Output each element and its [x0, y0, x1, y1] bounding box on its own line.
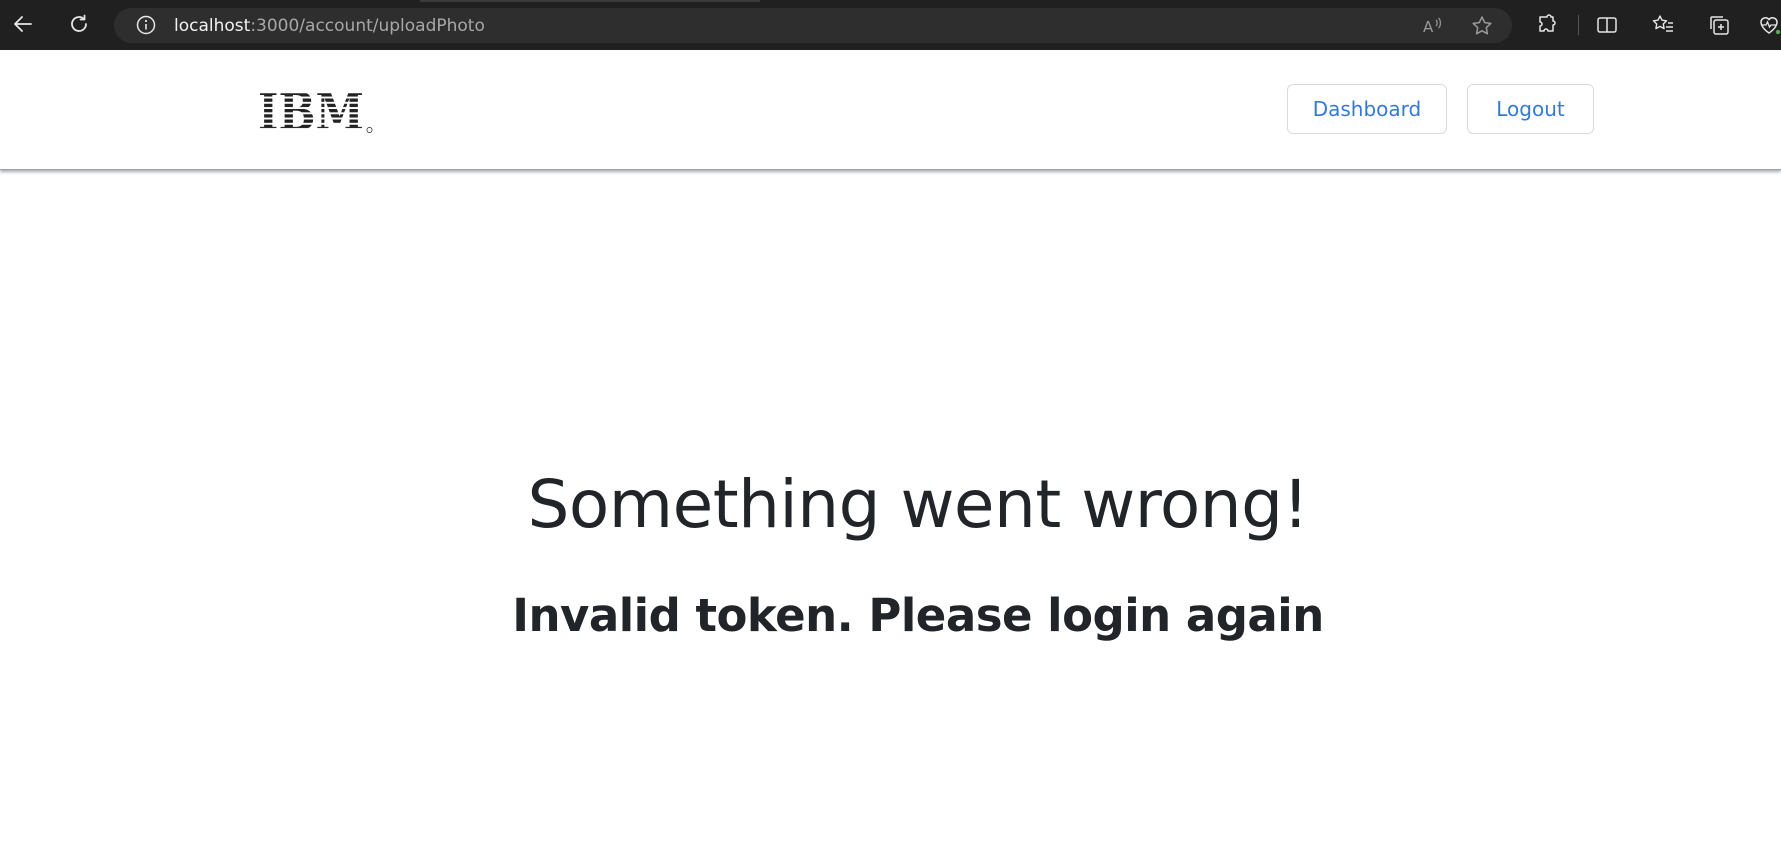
toolbar-divider: [1578, 15, 1579, 35]
dashboard-button[interactable]: Dashboard: [1287, 84, 1447, 134]
back-arrow-icon[interactable]: [8, 9, 38, 39]
address-bar[interactable]: localhost:3000/account/uploadPhoto A: [114, 8, 1512, 43]
logout-button[interactable]: Logout: [1467, 84, 1594, 134]
browser-essentials-icon[interactable]: [1755, 11, 1781, 39]
puzzle-icon[interactable]: [1533, 11, 1561, 39]
collections-icon[interactable]: [1705, 11, 1733, 39]
read-aloud-icon[interactable]: A: [1420, 14, 1444, 38]
info-icon[interactable]: [136, 15, 156, 35]
favorites-list-icon[interactable]: [1649, 11, 1677, 39]
url-text[interactable]: localhost:3000/account/uploadPhoto: [174, 16, 485, 36]
refresh-icon[interactable]: [64, 9, 94, 39]
error-message: Invalid token. Please login again: [512, 589, 1324, 642]
tab-strip: [420, 0, 760, 2]
ibm-logo[interactable]: IBM: [258, 88, 374, 134]
url-path: :3000/account/uploadPhoto: [250, 16, 485, 36]
app-header: IBM Dashboard Logout: [0, 50, 1781, 170]
main-content: Something went wrong! Invalid token. Ple…: [0, 170, 1781, 855]
url-host: localhost: [174, 16, 251, 36]
browser-toolbar: localhost:3000/account/uploadPhoto A: [0, 0, 1781, 50]
ibm-logo-graphic: IBM: [258, 88, 373, 134]
star-icon[interactable]: [1470, 14, 1494, 38]
split-screen-icon[interactable]: [1593, 11, 1621, 39]
error-title: Something went wrong!: [527, 466, 1309, 543]
svg-text:A: A: [1423, 18, 1434, 36]
